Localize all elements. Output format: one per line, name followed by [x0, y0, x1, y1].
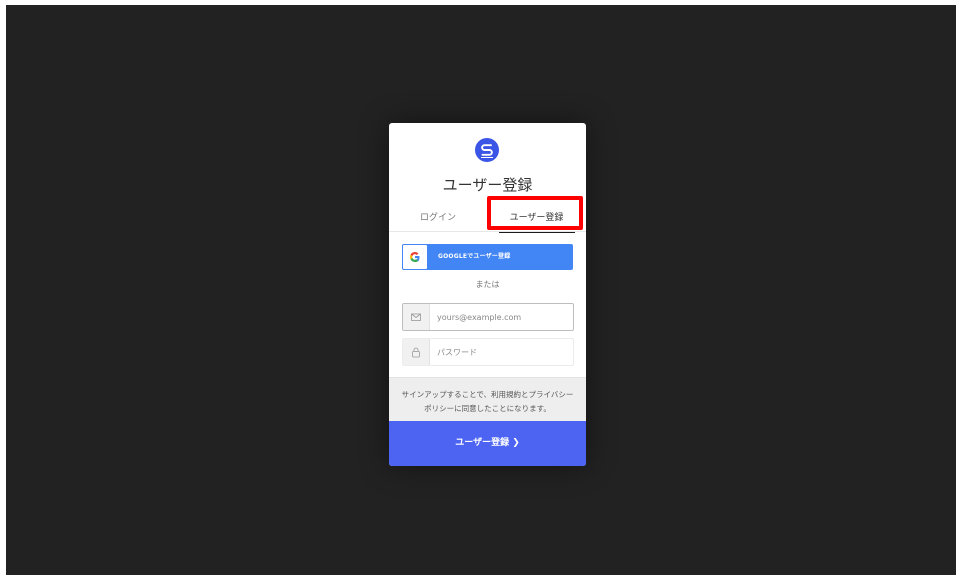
password-input[interactable] [437, 339, 567, 365]
tab-login[interactable]: ログイン [389, 203, 487, 233]
terms-line-2: ポリシーに同意したことになります。 [424, 404, 551, 413]
lock-icon-box [403, 339, 430, 365]
email-field [402, 303, 574, 331]
google-g-icon [410, 252, 420, 262]
app-logo-icon [475, 138, 499, 162]
google-button-label: GOOGLEでユーザー登録 [438, 253, 511, 260]
terms-notice: サインアップすることで、利用規約とプライバシー ポリシーに同意したことになります… [389, 377, 586, 422]
submit-button-label: ユーザー登録 ❯ [455, 438, 520, 448]
annotation-highlight-box [487, 196, 583, 230]
signup-submit-button[interactable]: ユーザー登録 ❯ [389, 421, 586, 466]
tab-divider [389, 231, 586, 232]
or-separator: または [475, 280, 500, 289]
envelope-icon [411, 313, 421, 321]
google-icon-box [403, 245, 427, 269]
lock-icon [412, 347, 420, 358]
terms-line-1: サインアップすることで、利用規約とプライバシー [401, 390, 574, 399]
active-tab-indicator [499, 232, 575, 233]
signup-dialog: ユーザー登録 ログイン ユーザー登録 GOOGLEでユーザー登録 または you… [389, 123, 586, 466]
page-title: ユーザー登録 [442, 176, 533, 194]
google-signup-button[interactable]: GOOGLEでユーザー登録 [402, 244, 573, 270]
password-field [402, 338, 574, 366]
email-input[interactable] [437, 304, 567, 330]
envelope-icon-box [403, 304, 430, 330]
